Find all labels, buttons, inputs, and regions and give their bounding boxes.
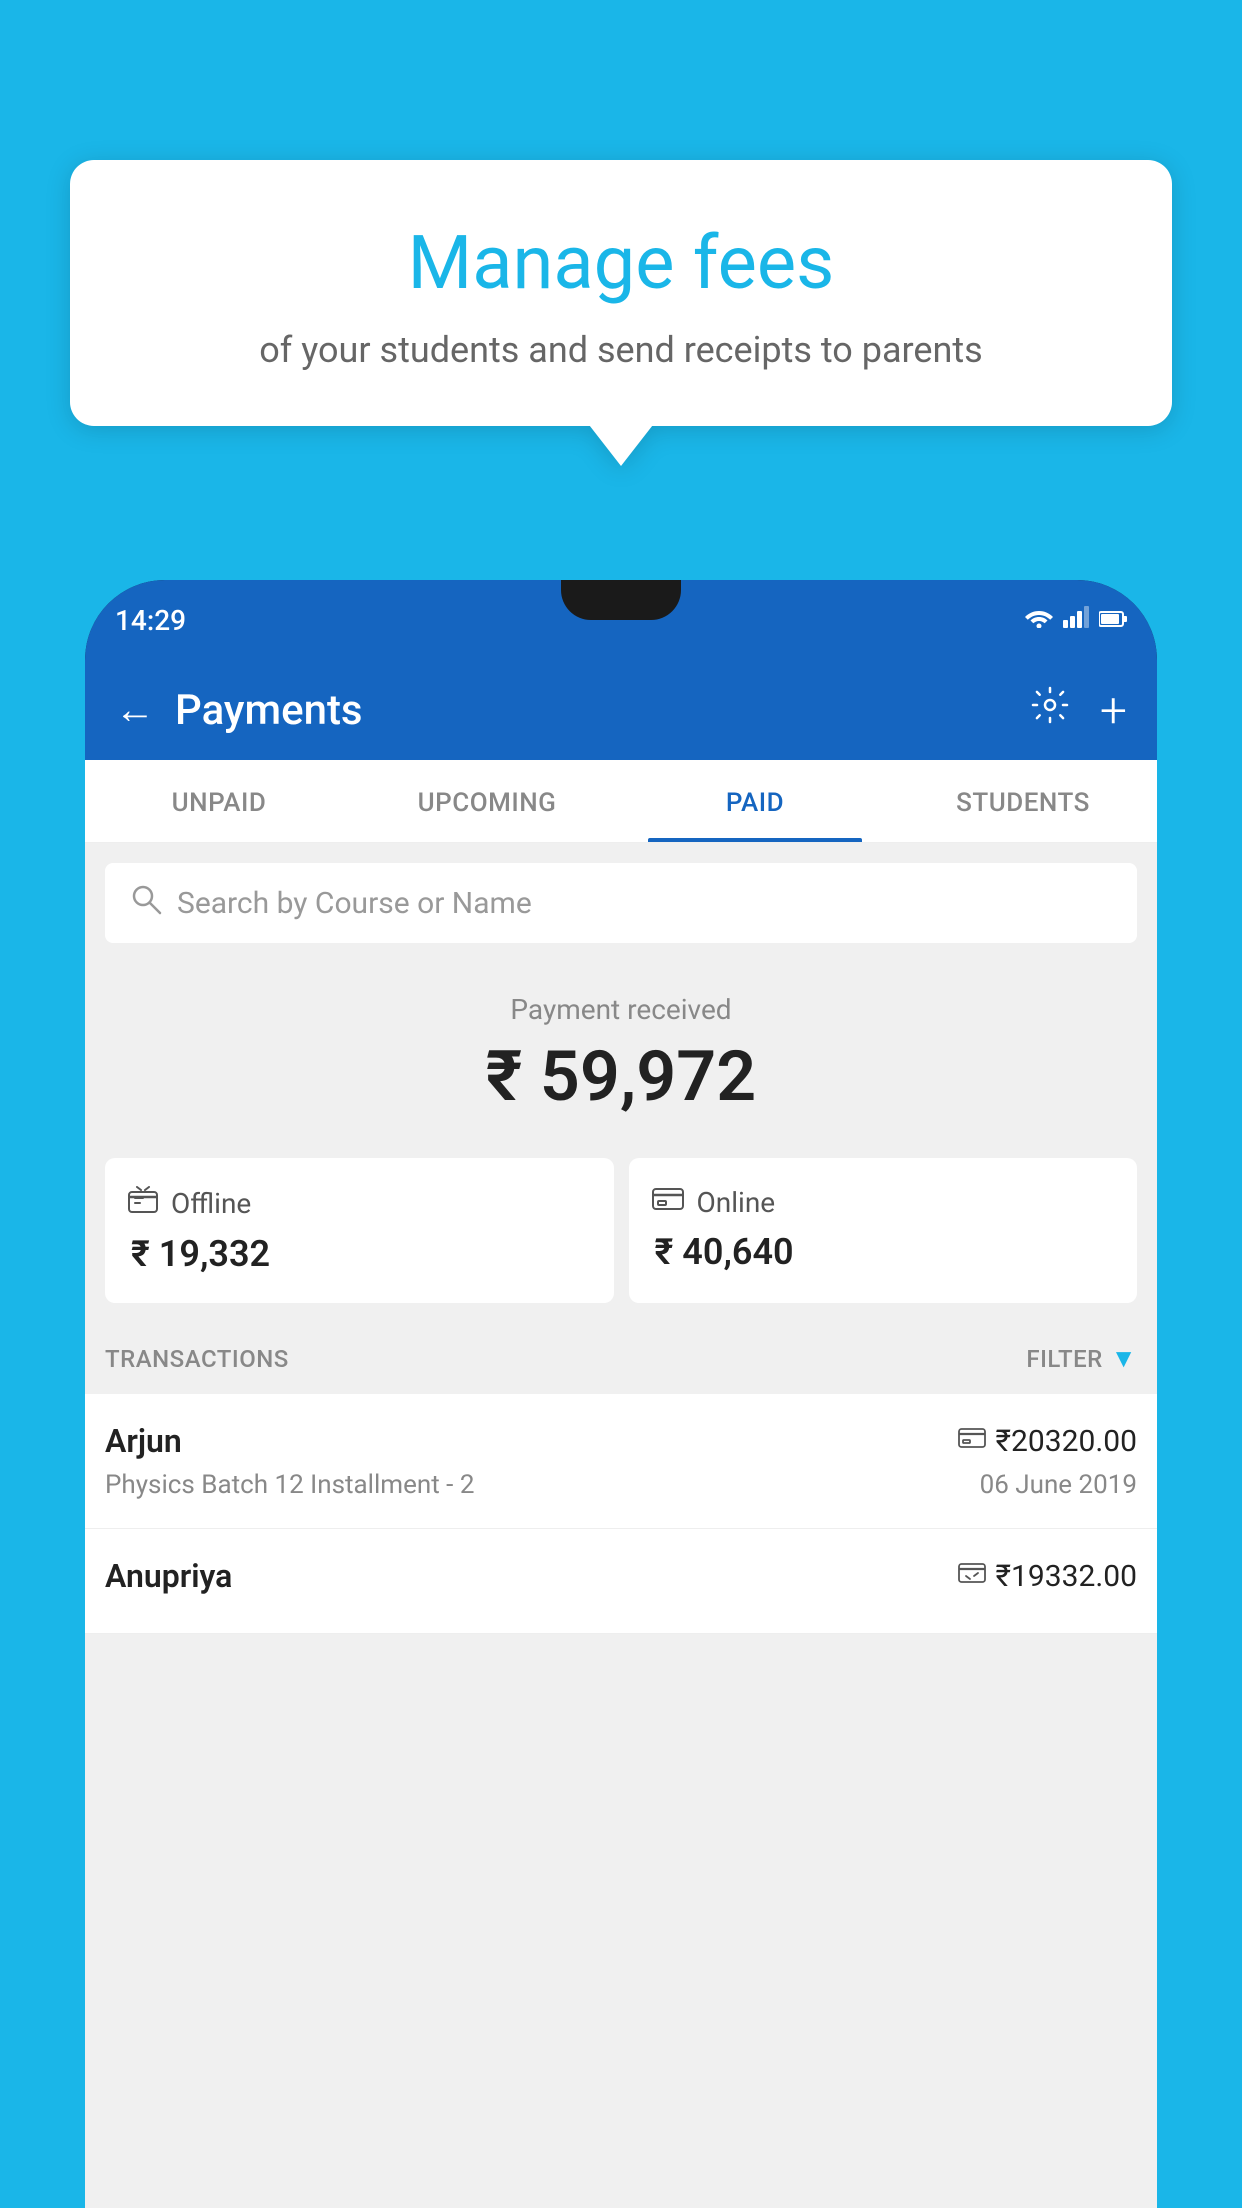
status-time: 14:29 <box>115 604 186 637</box>
battery-icon <box>1099 606 1127 634</box>
cash-icon <box>958 1561 986 1591</box>
transaction-item[interactable]: Arjun ₹20320.00 Physics Batch 12 Install… <box>85 1394 1157 1529</box>
online-amount: ₹ 40,640 <box>651 1231 1116 1273</box>
filter-label: FILTER <box>1026 1345 1102 1373</box>
transaction-item[interactable]: Anupriya ₹19332.00 <box>85 1529 1157 1634</box>
transaction-amount: ₹19332.00 <box>996 1559 1137 1594</box>
tab-students[interactable]: STUDENTS <box>889 760 1157 842</box>
search-placeholder: Search by Course or Name <box>177 886 532 921</box>
header-icons: + <box>1030 682 1127 739</box>
payment-cards: Offline ₹ 19,332 Online ₹ 40,640 <box>85 1143 1157 1318</box>
online-card: Online ₹ 40,640 <box>629 1158 1138 1303</box>
app-header: ← Payments + <box>85 660 1157 760</box>
add-icon[interactable]: + <box>1100 682 1127 739</box>
filter-button[interactable]: FILTER ▼ <box>1026 1343 1137 1374</box>
phone-frame: 14:29 <box>85 580 1157 2208</box>
online-label: Online <box>697 1186 776 1219</box>
wifi-icon <box>1025 606 1053 634</box>
transactions-header: TRANSACTIONS FILTER ▼ <box>85 1318 1157 1394</box>
bubble-title: Manage fees <box>120 220 1122 309</box>
bubble-subtitle: of your students and send receipts to pa… <box>120 329 1122 371</box>
settings-icon[interactable] <box>1030 685 1070 735</box>
transaction-amount-wrap: ₹20320.00 <box>958 1424 1137 1459</box>
offline-label: Offline <box>171 1187 251 1220</box>
search-icon <box>130 883 162 923</box>
card-icon <box>958 1426 986 1456</box>
transaction-date: 06 June 2019 <box>980 1470 1137 1500</box>
payment-received-section: Payment received ₹ 59,972 <box>85 958 1157 1143</box>
tabs-bar: UNPAID UPCOMING PAID STUDENTS <box>85 760 1157 843</box>
tab-paid[interactable]: PAID <box>621 760 889 842</box>
search-bar[interactable]: Search by Course or Name <box>105 863 1137 943</box>
offline-amount: ₹ 19,332 <box>127 1233 592 1275</box>
online-icon <box>651 1186 685 1219</box>
status-icons <box>1025 606 1127 634</box>
signal-icon <box>1063 606 1089 634</box>
phone-content: Search by Course or Name Payment receive… <box>85 843 1157 2208</box>
transactions-label: TRANSACTIONS <box>105 1345 289 1373</box>
filter-icon: ▼ <box>1111 1343 1137 1374</box>
tab-unpaid[interactable]: UNPAID <box>85 760 353 842</box>
speech-bubble: Manage fees of your students and send re… <box>70 160 1172 426</box>
back-button[interactable]: ← <box>115 690 155 730</box>
transaction-name: Arjun <box>105 1422 182 1460</box>
transaction-amount-wrap: ₹19332.00 <box>958 1559 1137 1594</box>
transaction-amount: ₹20320.00 <box>996 1424 1137 1459</box>
payment-amount: ₹ 59,972 <box>105 1036 1137 1118</box>
payment-received-label: Payment received <box>105 993 1137 1026</box>
transaction-course: Physics Batch 12 Installment - 2 <box>105 1470 474 1500</box>
tab-upcoming[interactable]: UPCOMING <box>353 760 621 842</box>
offline-icon <box>127 1186 159 1221</box>
offline-card: Offline ₹ 19,332 <box>105 1158 614 1303</box>
transaction-name: Anupriya <box>105 1557 232 1595</box>
status-bar: 14:29 <box>85 580 1157 660</box>
phone-notch <box>561 580 681 620</box>
page-title: Payments <box>175 686 1010 735</box>
